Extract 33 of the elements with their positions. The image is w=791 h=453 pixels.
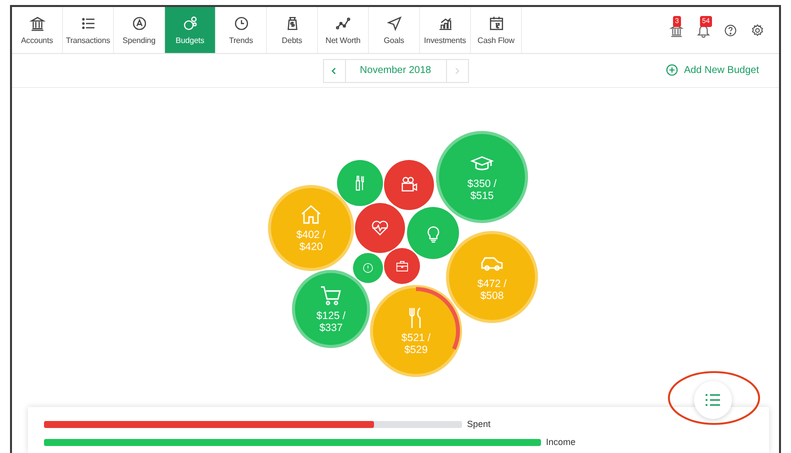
budget-amount: $350 / $515 bbox=[466, 178, 498, 202]
chevron-right-icon bbox=[453, 66, 461, 74]
heart-icon bbox=[370, 218, 390, 238]
budget-bubble[interactable] bbox=[384, 160, 434, 210]
settings-icon[interactable] bbox=[750, 22, 765, 38]
budget-bubble[interactable] bbox=[384, 248, 420, 284]
budget-amount: $125 / $337 bbox=[315, 310, 347, 334]
summary-label: Income bbox=[546, 437, 576, 447]
calendar-icon bbox=[488, 15, 504, 32]
plus-circle-icon bbox=[666, 64, 678, 76]
bank-icon bbox=[28, 15, 46, 32]
budget-bubble[interactable] bbox=[407, 207, 459, 259]
budget-amount: $521 / $529 bbox=[400, 332, 432, 356]
budget-bubble[interactable] bbox=[337, 160, 383, 206]
list-icon bbox=[80, 15, 96, 32]
budget-bubble[interactable] bbox=[355, 203, 405, 253]
exclamation-icon bbox=[362, 262, 374, 274]
summary-label: Spent bbox=[467, 419, 491, 429]
budget-amount: $402 / $420 bbox=[295, 229, 327, 253]
bubbles-icon bbox=[182, 15, 198, 32]
navigation-arrow-icon bbox=[386, 15, 402, 32]
chevron-left-icon bbox=[330, 66, 338, 74]
help-icon[interactable] bbox=[723, 22, 738, 38]
bar-graph-icon bbox=[436, 15, 454, 32]
briefcase-icon bbox=[394, 258, 410, 274]
budget-bubble[interactable] bbox=[353, 253, 383, 283]
nav-tab[interactable]: Transactions bbox=[63, 7, 114, 53]
line-graph-icon bbox=[334, 15, 352, 32]
clock-icon bbox=[232, 15, 250, 32]
shopping-cart-icon bbox=[319, 284, 343, 308]
list-view-button[interactable] bbox=[694, 381, 732, 419]
budget-amount: $472 / $508 bbox=[476, 278, 508, 302]
circled-letter-icon bbox=[130, 15, 148, 32]
